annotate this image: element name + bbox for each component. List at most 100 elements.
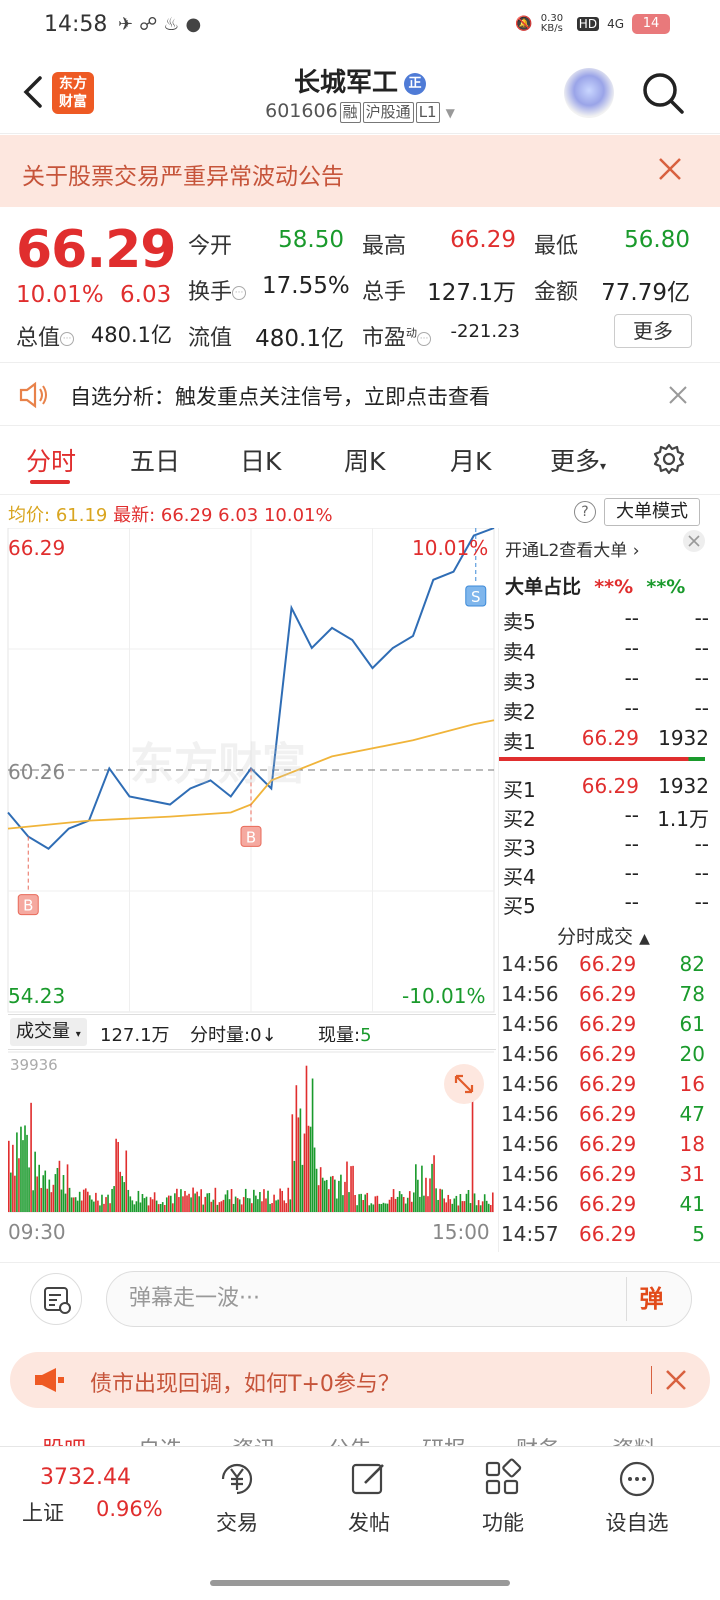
volume-bar	[170, 1195, 172, 1212]
bid-level: 买3	[503, 836, 536, 860]
ask-volume: --	[694, 606, 709, 630]
volume-bar	[317, 1185, 320, 1212]
close-icon[interactable]	[664, 1368, 688, 1392]
trade-volume: 78	[679, 982, 705, 1006]
volume-indicator-select[interactable]: 成交量 ▾	[10, 1018, 87, 1046]
time-start: 09:30	[8, 1220, 66, 1244]
intraday-chart[interactable]: B B S 66.29 10.01% 60.26 54.23 -10.01% 东方财…	[0, 528, 500, 1252]
index-price[interactable]: 3732.44	[40, 1465, 131, 1490]
volume-bar	[113, 1186, 115, 1212]
volume-bar	[129, 1196, 132, 1212]
volume-bar	[439, 1188, 441, 1212]
nav-post[interactable]: 发帖	[324, 1457, 414, 1547]
index-name[interactable]: 上证	[22, 1497, 64, 1527]
ask-row[interactable]: 卖3 -- --	[499, 666, 709, 694]
volume-bar	[155, 1200, 158, 1212]
gear-icon[interactable]	[652, 442, 686, 476]
volume-bar	[20, 1126, 22, 1212]
volume-bar	[293, 1160, 296, 1212]
tab-five-day[interactable]: 五日	[130, 442, 180, 478]
volume-bar	[99, 1205, 101, 1212]
big-order-mode-button[interactable]: 大单模式	[604, 498, 700, 526]
volume-bar	[93, 1201, 95, 1212]
promo-text: 债市出现回调，如何T+0参与？	[90, 1372, 400, 1397]
nav-add-watchlist[interactable]: 设自选	[592, 1457, 682, 1547]
volume-bar	[24, 1125, 26, 1212]
volume-bar	[346, 1161, 348, 1212]
volume-bar	[192, 1187, 194, 1212]
help-icon[interactable]: ?	[574, 501, 596, 523]
tab-more[interactable]: 更多▾	[550, 442, 606, 478]
ask-row[interactable]: 卖4 -- --	[499, 636, 709, 664]
danmu-settings-icon[interactable]	[30, 1273, 82, 1325]
high-label: 最高	[362, 234, 407, 259]
nav-functions-label: 功能	[482, 1511, 524, 1535]
bid-row[interactable]: 买1 66.29 1932	[499, 774, 709, 802]
volume-bar	[206, 1193, 209, 1212]
volume-bar	[315, 1168, 318, 1212]
volume-bar	[421, 1165, 423, 1212]
volume-bar	[396, 1196, 399, 1212]
nav-functions[interactable]: 功能	[458, 1457, 548, 1547]
volume-bar	[382, 1202, 385, 1212]
trades-header[interactable]: 分时成交 ▲	[557, 922, 650, 949]
trade-time: 14:56	[501, 1132, 559, 1156]
ask-row[interactable]: 卖1 66.29 1932	[499, 726, 709, 754]
peek-tab[interactable]: 资料	[612, 1432, 656, 1446]
bid-row[interactable]: 买4 -- --	[499, 861, 709, 889]
volume-bar	[372, 1204, 375, 1212]
peek-tab[interactable]: 自选	[138, 1432, 182, 1446]
tab-daily-k[interactable]: 日K	[240, 442, 281, 478]
bid-row[interactable]: 买3 -- --	[499, 832, 709, 860]
volume-bar	[91, 1199, 93, 1212]
search-icon[interactable]	[640, 70, 686, 116]
volume-bar	[388, 1199, 391, 1212]
close-icon[interactable]	[668, 385, 688, 405]
close-icon[interactable]	[658, 157, 682, 181]
high-value: 66.29	[450, 227, 516, 253]
l2-upsell-link[interactable]: 开通L2查看大单 ›	[505, 536, 640, 561]
volume-bar	[481, 1201, 484, 1212]
expand-icon[interactable]	[444, 1064, 484, 1104]
tab-monthly-k[interactable]: 月K	[450, 442, 491, 478]
volume-bar	[392, 1189, 395, 1212]
bid-row[interactable]: 买5 -- --	[499, 890, 709, 918]
trade-volume: 41	[679, 1192, 705, 1216]
danmu-send-button[interactable]: 弹	[626, 1277, 676, 1321]
bid-volume: --	[694, 861, 709, 885]
volume-bar	[242, 1197, 245, 1212]
tab-intraday[interactable]: 分时	[26, 442, 76, 478]
bid-level: 买2	[503, 807, 536, 831]
float-cap-label: 流值	[188, 326, 233, 351]
announcement-banner[interactable]: 关于股票交易严重异常波动公告	[0, 135, 720, 207]
axis-top-pct: 10.01%	[412, 536, 489, 560]
peek-tab[interactable]: 研报	[422, 1432, 466, 1446]
trade-row: 14:56 66.29 82	[499, 952, 705, 980]
volume-bar	[54, 1174, 57, 1212]
peek-tab[interactable]: 股吧	[42, 1432, 86, 1446]
volume-bar	[198, 1196, 200, 1212]
bid-volume: --	[694, 832, 709, 856]
ask-row[interactable]: 卖5 -- --	[499, 606, 709, 634]
index-pct[interactable]: 0.96%	[96, 1497, 163, 1521]
peek-tab[interactable]: 资讯	[232, 1432, 276, 1446]
close-icon[interactable]	[683, 530, 705, 552]
nav-trade[interactable]: 交易	[192, 1457, 282, 1547]
more-button[interactable]: 更多	[614, 314, 692, 348]
promo-banner[interactable]: 债市出现回调，如何T+0参与？	[10, 1352, 710, 1408]
volume-bar	[127, 1189, 130, 1212]
bid-row[interactable]: 买2 -- 1.1万	[499, 803, 709, 831]
tab-weekly-k[interactable]: 周K	[344, 442, 385, 478]
analysis-banner[interactable]: 自选分析：触发重点关注信号，立即点击查看	[0, 362, 720, 426]
stock-code-row[interactable]: 601606 融沪股通 L1 ▼	[0, 100, 720, 123]
volume-bar	[68, 1187, 71, 1212]
trade-marker-label: B	[23, 897, 33, 915]
danmu-input[interactable]: 弹幕走一波···	[106, 1271, 692, 1327]
volume-bar	[332, 1175, 334, 1212]
ask-row[interactable]: 卖2 -- --	[499, 696, 709, 724]
volume-bar	[228, 1199, 231, 1212]
peek-tab[interactable]: 财务	[516, 1432, 560, 1446]
volume-bar	[291, 1114, 294, 1212]
peek-tab[interactable]: 公告	[328, 1432, 372, 1446]
robot-avatar[interactable]	[564, 68, 614, 118]
